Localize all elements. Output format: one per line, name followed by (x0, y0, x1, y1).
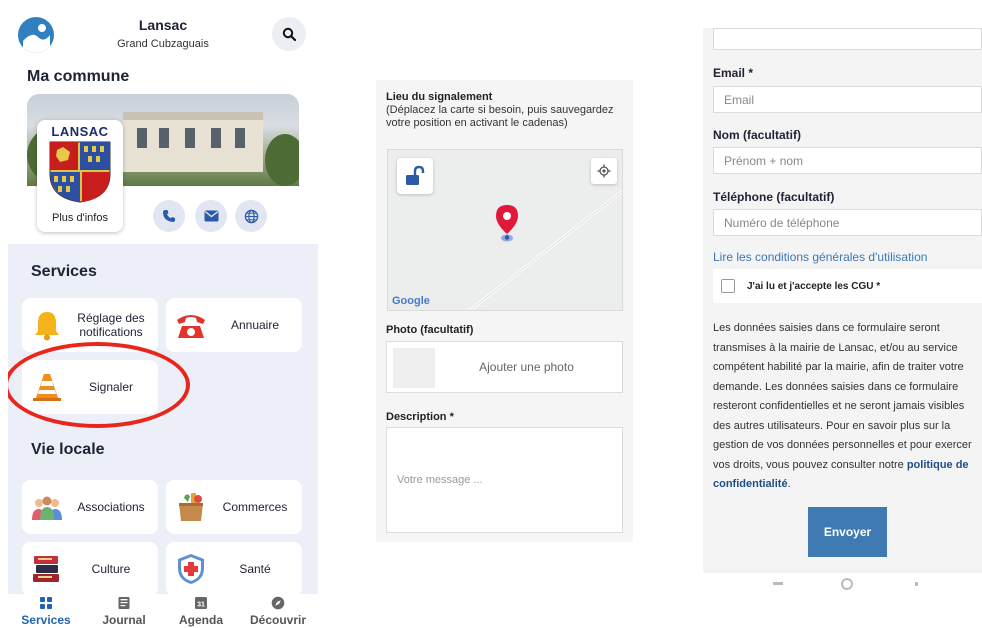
send-button[interactable]: Envoyer (808, 507, 887, 557)
telephone-icon (177, 315, 205, 338)
tile-report[interactable]: Signaler (22, 360, 158, 414)
compass-icon (271, 596, 285, 610)
medical-shield-icon (178, 554, 204, 584)
phone-placeholder: Numéro de téléphone (724, 216, 840, 230)
phone-label: Téléphone (facultatif) (713, 190, 835, 204)
report-form: Lieu du signalement (Déplacez la carte s… (376, 80, 633, 542)
tile-notification-settings[interactable]: Réglage des notifications (22, 298, 158, 352)
nav-services[interactable]: Services (11, 596, 81, 627)
commune-card[interactable]: LANSAC Plus d'infos (27, 94, 299, 238)
nav-agenda[interactable]: 31 Agenda (166, 596, 236, 627)
nav-label: Services (21, 613, 71, 627)
terms-link[interactable]: Lire les conditions générales d'utilisat… (713, 250, 927, 264)
website-button[interactable] (235, 200, 267, 232)
grid-icon (40, 597, 52, 609)
contact-form: Email * Email Nom (facultatif) Prénom + … (703, 28, 982, 573)
crosshair-icon (597, 164, 611, 178)
tile-label: Culture (91, 562, 131, 576)
my-location-button[interactable] (591, 158, 617, 184)
tile-label: Annuaire (230, 318, 280, 332)
map-pin-icon (496, 205, 518, 242)
commune-title: Ma commune (27, 68, 130, 85)
app-header: Lansac Grand Cubzaguais (8, 0, 318, 64)
tile-shops[interactable]: Commerces (166, 480, 302, 534)
shopping-bag-icon (179, 493, 203, 521)
tile-label: Signaler (88, 380, 134, 394)
email-button[interactable] (195, 200, 227, 232)
unlocked-padlock-icon (406, 165, 425, 185)
lock-position-button[interactable] (397, 158, 433, 194)
search-icon (282, 27, 296, 41)
books-icon (33, 556, 59, 582)
nav-journal[interactable]: Journal (89, 596, 159, 627)
bottom-navigation: Services Journal 31 Agenda Découvrir (8, 594, 318, 628)
description-textarea[interactable]: Votre message ... (386, 427, 623, 533)
app-home-screen: Lansac Grand Cubzaguais Ma commune LANSA… (8, 0, 318, 628)
terms-checkbox-row[interactable]: J'ai lu et j'accepte les CGU * (713, 269, 982, 303)
add-photo-label: Ajouter une photo (479, 360, 574, 374)
tile-label: Associations (77, 500, 145, 514)
legal-text: Les données saisies dans ce formulaire s… (713, 322, 972, 471)
description-placeholder: Votre message ... (397, 474, 483, 486)
people-icon (32, 496, 62, 520)
description-label: Description * (386, 411, 454, 423)
location-map[interactable]: Google (387, 149, 623, 311)
terms-checkbox-label: J'ai lu et j'accepte les CGU * (747, 281, 881, 292)
previous-field[interactable] (713, 28, 982, 50)
traffic-cone-icon (33, 374, 61, 401)
photo-label: Photo (facultatif) (386, 324, 474, 336)
bell-icon (35, 312, 59, 341)
location-hint: (Déplacez la carte si besoin, puis sauve… (386, 104, 614, 129)
cropped-nav-icons (773, 578, 918, 590)
tile-health[interactable]: Santé (166, 542, 302, 596)
calendar-icon: 31 (195, 597, 207, 609)
nav-label: Découvrir (249, 613, 307, 627)
phone-field[interactable]: Numéro de téléphone (713, 209, 982, 236)
newspaper-icon (118, 597, 130, 609)
tile-label: Commerces (222, 500, 288, 514)
globe-icon (244, 209, 258, 223)
name-placeholder: Prénom + nom (724, 154, 804, 168)
calendar-day: 31 (197, 602, 205, 609)
nav-discover[interactable]: Découvrir (243, 596, 313, 627)
more-info-link[interactable]: Plus d'infos (37, 212, 123, 224)
phone-icon (163, 210, 175, 222)
nav-label: Journal (102, 613, 146, 627)
local-life-title: Vie locale (31, 441, 105, 458)
map-attribution: Google (392, 295, 430, 307)
email-placeholder: Email (724, 93, 755, 107)
name-field[interactable]: Prénom + nom (713, 147, 982, 174)
name-label: Nom (facultatif) (713, 128, 801, 142)
call-button[interactable] (153, 200, 185, 232)
tile-label: Réglage des notifications (77, 311, 145, 339)
crest-name: LANSAC (51, 124, 109, 139)
nav-label: Agenda (178, 613, 223, 627)
region-name: Grand Cubzaguais (117, 38, 209, 50)
crest-card[interactable]: LANSAC Plus d'infos (37, 120, 123, 232)
envelope-icon (204, 210, 218, 222)
tile-culture[interactable]: Culture (22, 542, 158, 596)
coat-of-arms-icon (49, 141, 111, 203)
legal-notice: Les données saisies dans ce formulaire s… (713, 322, 972, 490)
tile-label: Santé (239, 562, 271, 576)
tile-associations[interactable]: Associations (22, 480, 158, 534)
photo-placeholder (393, 348, 435, 388)
tile-directory[interactable]: Annuaire (166, 298, 302, 352)
add-photo-button[interactable]: Ajouter une photo (386, 341, 623, 393)
location-label: Lieu du signalement (386, 91, 493, 103)
services-title: Services (31, 263, 97, 280)
search-button[interactable] (272, 17, 306, 51)
terms-checkbox[interactable] (721, 279, 735, 293)
email-label: Email * (713, 66, 754, 80)
email-field[interactable]: Email (713, 86, 982, 113)
